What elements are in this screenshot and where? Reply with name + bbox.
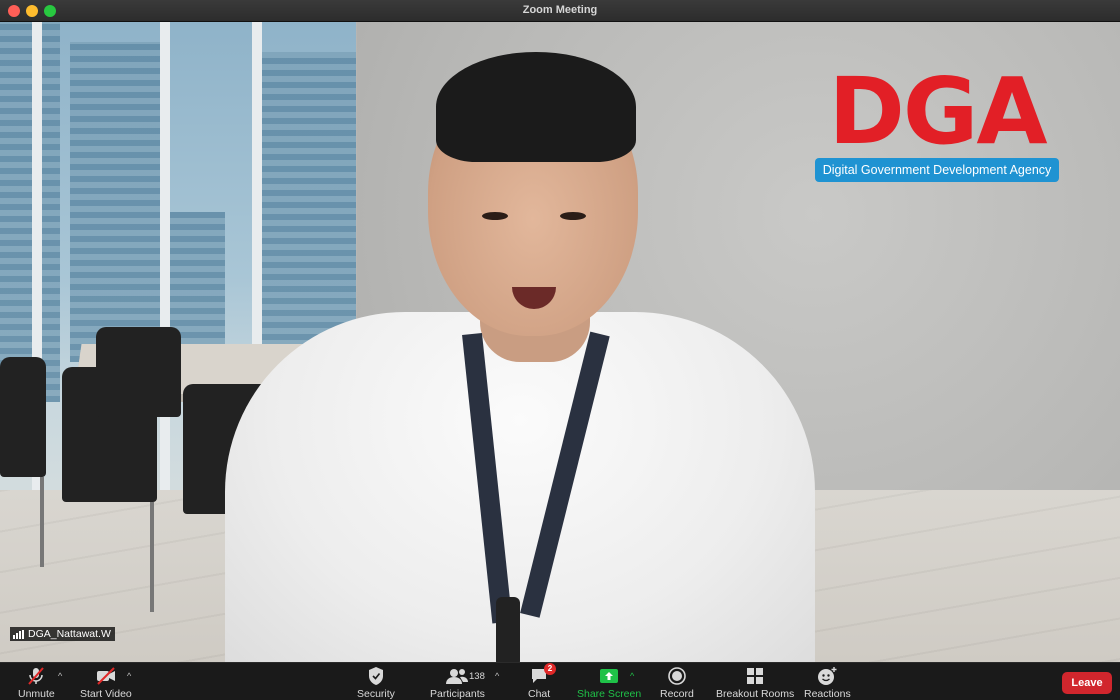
breakout-rooms-button[interactable]: Breakout Rooms (716, 666, 794, 700)
participant-eye (482, 212, 508, 220)
security-button[interactable]: Security (357, 666, 395, 700)
share-options-caret[interactable]: ^ (630, 671, 634, 681)
reactions-label: Reactions (804, 688, 851, 700)
audio-options-caret[interactable]: ^ (58, 671, 62, 681)
share-screen-label: Share Screen (577, 688, 642, 700)
unmute-button[interactable]: Unmute (18, 666, 55, 700)
participants-options-caret[interactable]: ^ (495, 671, 499, 681)
breakout-rooms-label: Breakout Rooms (716, 688, 795, 700)
window-title: Zoom Meeting (522, 4, 598, 16)
record-icon (667, 666, 687, 686)
participant-eye (560, 212, 586, 220)
chair (96, 327, 181, 417)
record-button[interactable]: Record (660, 666, 694, 700)
participants-label: Participants (430, 688, 485, 700)
record-label: Record (660, 688, 694, 700)
title-bar: Zoom Meeting (0, 0, 1120, 22)
breakout-rooms-icon (745, 666, 765, 686)
participants-count: 138 (469, 671, 485, 682)
signal-strength-icon (13, 629, 24, 639)
video-options-caret[interactable]: ^ (127, 671, 131, 681)
share-screen-icon (598, 666, 620, 686)
chat-unread-badge: 2 (544, 663, 556, 675)
reactions-button[interactable]: Reactions (804, 666, 851, 700)
start-video-label: Start Video (80, 688, 132, 700)
shield-icon (367, 666, 385, 686)
leave-meeting-button[interactable]: Leave (1062, 672, 1112, 694)
start-video-button[interactable]: Start Video (80, 666, 132, 700)
dga-logo: DGA Digital Government Development Agenc… (812, 58, 1062, 182)
video-feed: DGA Digital Government Development Agenc… (0, 22, 1120, 662)
video-off-icon (95, 666, 117, 686)
dga-logo-letters: DGA (828, 58, 1047, 165)
participant-hair (436, 52, 636, 162)
participants-icon (445, 666, 469, 686)
lanyard-clip (496, 597, 520, 662)
smiley-plus-icon (816, 666, 838, 686)
unmute-label: Unmute (18, 688, 55, 700)
dga-logo-tagline: Digital Government Development Agency (814, 158, 1060, 182)
muted-microphone-icon (26, 666, 46, 686)
chair (0, 357, 46, 477)
meeting-toolbar: Unmute ^ Start Video ^ Security Particip… (0, 662, 1120, 700)
participant-name-tag: DGA_Nattawat.W (10, 627, 115, 641)
chat-label: Chat (528, 688, 551, 700)
participant-name: DGA_Nattawat.W (28, 628, 111, 640)
security-label: Security (357, 688, 395, 700)
